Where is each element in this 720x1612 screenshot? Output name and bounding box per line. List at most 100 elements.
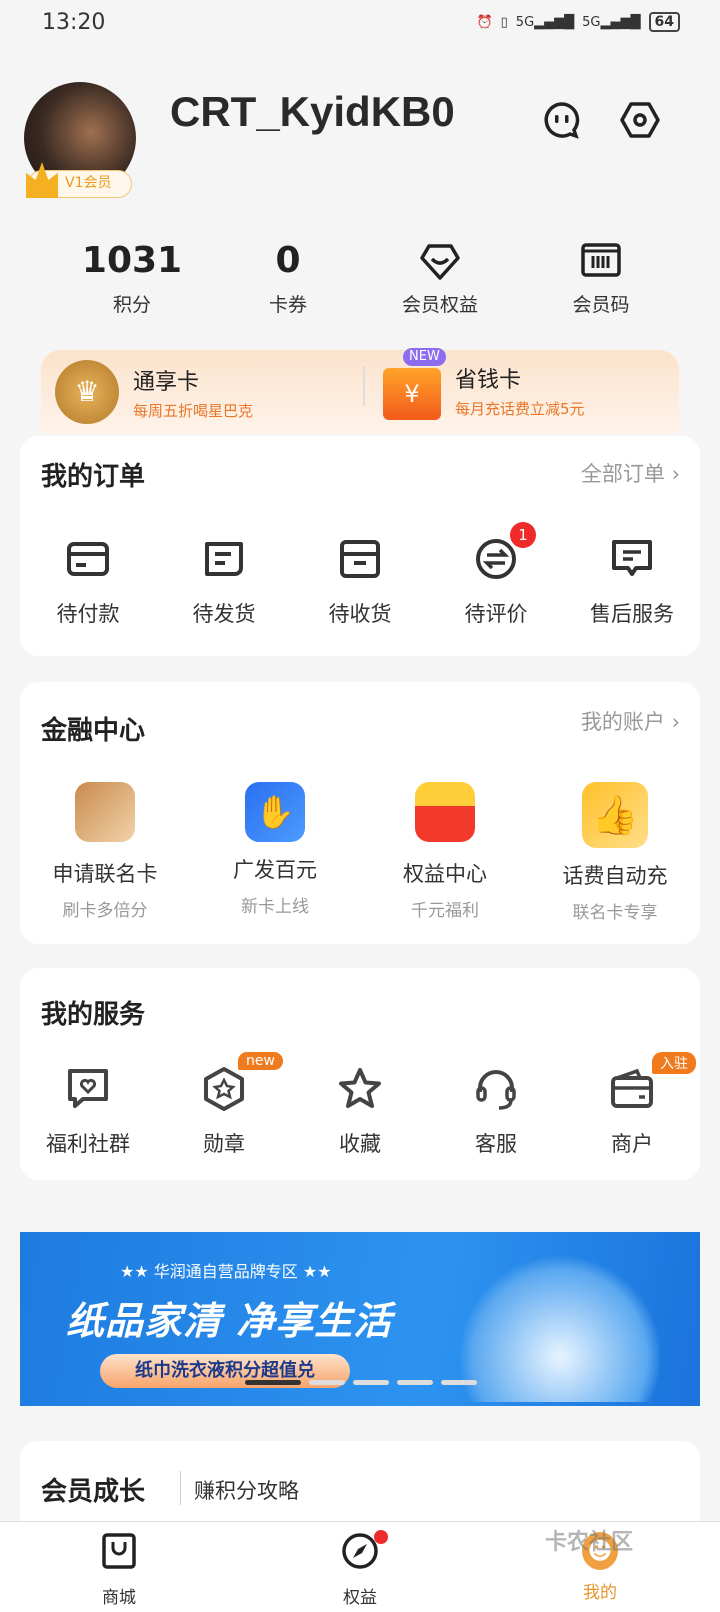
promo-cards: ♛ 通享卡每周五折喝星巴克 ¥ NEW 省钱卡 每月充话费立减5元	[41, 348, 679, 434]
product-image	[460, 1252, 660, 1402]
new-badge: new	[238, 1052, 283, 1070]
orders-card: 我的订单 全部订单 › 待付款 待发货 待收货 1 待评价 售后服务	[20, 436, 700, 656]
finance-item-cobrand-card[interactable]: 申请联名卡刷卡多倍分	[20, 782, 190, 923]
package-icon	[340, 540, 380, 578]
order-pending-shipment[interactable]: 待发货	[156, 536, 292, 628]
crown-card-icon: ♛	[55, 360, 119, 424]
points-value: 1031	[81, 240, 183, 281]
finance-label: 申请联名卡	[52, 862, 158, 886]
service-customer-support[interactable]: 客服	[428, 1066, 564, 1158]
network-type-2: 5G	[582, 14, 601, 30]
medal-icon	[204, 1067, 244, 1111]
coupons-stat[interactable]: 0 卡券	[218, 240, 358, 317]
earn-points-link[interactable]: 赚积分攻略	[194, 1475, 299, 1505]
notification-dot	[374, 1530, 388, 1544]
new-badge: NEW	[403, 348, 446, 366]
yuan-symbol: ¥	[404, 380, 420, 408]
tongxiang-card[interactable]: ♛ 通享卡每周五折喝星巴克	[55, 360, 253, 424]
wallet-icon: ¥ NEW	[383, 348, 446, 420]
service-medals[interactable]: new 勋章	[156, 1052, 292, 1158]
promo-title: 省钱卡	[455, 367, 522, 393]
wallet-icon	[611, 1068, 653, 1108]
finance-label: 话费自动充	[562, 864, 668, 888]
star-icon	[339, 1068, 381, 1108]
carousel-dot[interactable]	[309, 1380, 345, 1385]
message-icon[interactable]	[542, 100, 582, 140]
order-label: 待付款	[56, 602, 120, 626]
alarm-icon: ⏰	[476, 14, 493, 30]
banner-tag: ★★ 华润通自营品牌专区 ★★	[120, 1262, 332, 1281]
promo-title: 通享卡	[133, 369, 200, 395]
nav-benefits[interactable]: 权益	[300, 1530, 420, 1608]
my-account-link[interactable]: 我的账户 ›	[581, 706, 680, 736]
join-badge: 入驻	[652, 1052, 696, 1074]
finance-item-auto-topup[interactable]: 👍 话费自动充联名卡专享	[530, 782, 700, 923]
divider	[180, 1471, 181, 1505]
status-time: 13:20	[42, 10, 106, 35]
box-icon	[205, 542, 243, 576]
bottom-nav: 商城 权益 ☻ 我的 卡农社区	[0, 1521, 720, 1612]
gift-icon	[415, 782, 475, 842]
settings-icon[interactable]	[620, 100, 660, 140]
heart-chat-icon	[68, 1069, 108, 1108]
order-label: 售后服务	[590, 602, 674, 626]
network-type: 5G	[515, 14, 535, 30]
service-label: 勋章	[203, 1132, 245, 1156]
finance-label: 广发百元	[233, 858, 317, 882]
finance-title: 金融中心	[41, 716, 146, 746]
status-bar: 13:20 ⏰ ▯ 5G▂▄▆█ 5G▂▄▆█ 64	[0, 10, 720, 38]
carousel-dot[interactable]	[353, 1380, 389, 1385]
service-merchant[interactable]: 入驻商户	[564, 1052, 700, 1158]
finance-sub: 联名卡专享	[572, 903, 658, 923]
service-label: 商户	[611, 1132, 653, 1156]
review-count-badge: 1	[510, 522, 536, 548]
banner-tag-text: 华润通自营品牌专区	[153, 1262, 298, 1281]
divider	[363, 366, 365, 406]
coupons-label: 卡券	[268, 294, 307, 316]
nav-mall[interactable]: 商城	[59, 1532, 179, 1608]
cobrand-card-icon	[75, 782, 135, 842]
signal-icon-2: 5G▂▄▆█	[582, 14, 641, 30]
finance-sub: 刷卡多倍分	[62, 901, 148, 921]
service-label: 福利社群	[46, 1132, 130, 1156]
member-code-label: 会员码	[572, 294, 630, 316]
carousel-dot[interactable]	[397, 1380, 433, 1385]
shopping-bag-icon	[102, 1533, 136, 1569]
finance-item-guangfa[interactable]: ✋ 广发百元 新卡上线	[190, 782, 360, 923]
promo-subtitle: 每周五折喝星巴克	[133, 401, 254, 420]
service-favorites[interactable]: 收藏	[292, 1066, 428, 1158]
coupons-value: 0	[275, 240, 301, 281]
promo-banner[interactable]: ★★ 华润通自营品牌专区 ★★ 纸品家清 净享生活 纸巾洗衣液积分超值兑	[20, 1232, 700, 1406]
order-label: 待收货	[328, 602, 392, 626]
order-label: 待发货	[192, 602, 256, 626]
points-label: 积分	[112, 294, 151, 316]
saving-card[interactable]: ¥ NEW 省钱卡 每月充话费立减5元	[383, 348, 585, 420]
service-welfare-group[interactable]: 福利社群	[20, 1066, 156, 1158]
order-pending-receipt[interactable]: 待收货	[292, 536, 428, 628]
battery-icon: 64	[648, 12, 680, 32]
member-benefits[interactable]: 会员权益	[370, 240, 510, 317]
username[interactable]: CRT_KyidKB0	[170, 88, 455, 136]
carousel-dot[interactable]	[441, 1380, 477, 1385]
service-chat-icon	[612, 540, 652, 576]
member-code[interactable]: 会员码	[531, 240, 671, 317]
order-pending-payment[interactable]: 待付款	[20, 536, 156, 628]
nav-label: 商城	[102, 1588, 136, 1608]
all-orders-link[interactable]: 全部订单 ›	[581, 458, 680, 488]
hand-coin-icon: ✋	[245, 782, 305, 842]
carousel-dot-active[interactable]	[245, 1380, 301, 1385]
finance-item-benefits[interactable]: 权益中心 千元福利	[360, 782, 530, 923]
services-card: 我的服务 福利社群 new 勋章 收藏 客服 入驻 商户	[20, 968, 700, 1180]
member-benefits-label: 会员权益	[401, 294, 478, 316]
growth-title: 会员成长	[41, 1477, 146, 1507]
order-pending-review[interactable]: 1 待评价	[428, 522, 564, 628]
points-stat[interactable]: 1031 积分	[62, 240, 202, 317]
signal-icon: 5G▂▄▆█	[515, 14, 575, 30]
diamond-icon	[420, 244, 460, 280]
thumbs-up-icon: 👍	[582, 782, 648, 848]
service-label: 客服	[475, 1132, 517, 1156]
vibrate-icon: ▯	[500, 14, 508, 30]
order-after-sales[interactable]: 售后服务	[564, 536, 700, 628]
carousel-dots	[245, 1380, 477, 1385]
nav-label: 我的	[583, 1583, 617, 1603]
